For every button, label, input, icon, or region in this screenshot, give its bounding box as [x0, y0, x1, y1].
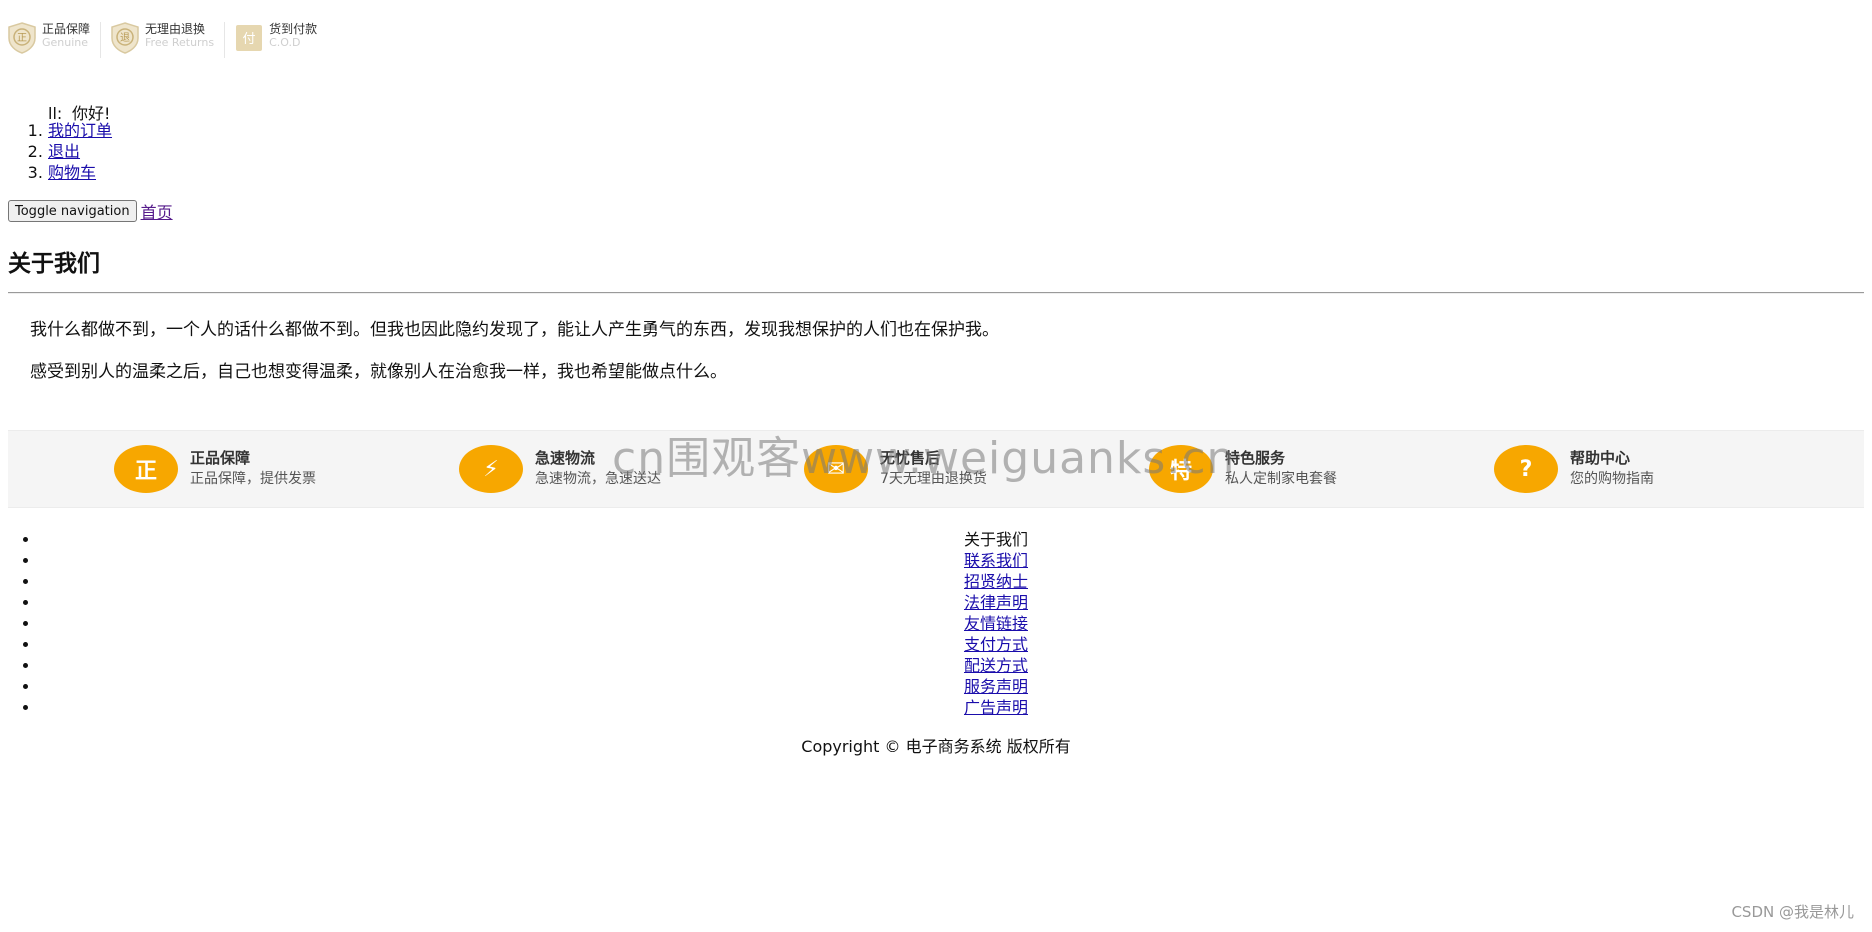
badge-title: 无理由退换 — [145, 22, 206, 36]
footer-delivery-link[interactable]: 配送方式 — [964, 656, 1028, 675]
svg-text:正: 正 — [17, 33, 27, 44]
feature-help-center: ? 帮助中心 您的购物指南 — [1494, 445, 1654, 493]
cart-link[interactable]: 购物车 — [48, 163, 96, 182]
help-icon: ? — [1494, 445, 1558, 493]
badge-cod: 付 货到付款 C.O.D — [235, 22, 327, 58]
footer-link-item: 服务声明 — [40, 676, 1872, 697]
footer-link-item: 联系我们 — [40, 550, 1872, 571]
express-icon: ⚡ — [459, 445, 523, 493]
footer-link-item: 招贤纳士 — [40, 571, 1872, 592]
footer-friends-link[interactable]: 友情链接 — [964, 614, 1028, 633]
home-link[interactable]: 首页 — [141, 199, 173, 223]
navbar: Toggle navigation 首页 — [8, 199, 173, 223]
footer-legal-link[interactable]: 法律声明 — [964, 593, 1028, 612]
footer-link-item: 法律声明 — [40, 592, 1872, 613]
badge-subtitle: Genuine — [42, 36, 89, 49]
feature-title: 特色服务 — [1225, 449, 1286, 467]
watermark: cn围观客www.weiguanks.cn — [612, 433, 1236, 484]
footer-contact-link[interactable]: 联系我们 — [964, 551, 1028, 570]
badge-subtitle: C.O.D — [269, 36, 301, 49]
footer-link-item: 配送方式 — [40, 655, 1872, 676]
footer-link-item: 支付方式 — [40, 634, 1872, 655]
top-badges: 正 正品保障 Genuine 退 无理由退换 Free Returns 付 货到… — [8, 22, 337, 58]
csdn-watermark: CSDN @我是林儿 — [1731, 903, 1854, 921]
footer-about-text: 关于我们 — [963, 530, 1028, 549]
badge-title: 货到付款 — [269, 22, 318, 36]
divider — [8, 292, 1864, 294]
feature-subtitle: 私人定制家电套餐 — [1225, 471, 1337, 487]
cod-icon: 付 — [236, 25, 263, 51]
footer-links: 关于我们 联系我们 招贤纳士 法律声明 友情链接 支付方式 配送方式 服务声明 … — [0, 529, 1872, 718]
footer-careers-link[interactable]: 招贤纳士 — [964, 572, 1028, 591]
user-link-item: 退出 — [48, 141, 112, 162]
svg-text:付: 付 — [243, 32, 256, 47]
about-paragraph: 我什么都做不到，一个人的话什么都做不到。但我也因此隐约发现了，能让人产生勇气的东… — [30, 320, 999, 340]
page-title: 关于我们 — [8, 251, 100, 277]
user-links: 我的订单 退出 购物车 — [0, 120, 112, 183]
footer-link-item: 关于我们 — [40, 529, 1872, 550]
feature-title: 帮助中心 — [1570, 449, 1631, 467]
footer-service-link[interactable]: 服务声明 — [964, 677, 1028, 696]
return-shield-icon: 退 — [111, 22, 139, 54]
feature-subtitle: 正品保障，提供发票 — [190, 471, 316, 487]
about-paragraph: 感受到别人的温柔之后，自己也想变得温柔，就像别人在治愈我一样，我也希望能做点什么… — [30, 362, 727, 382]
copyright: Copyright © 电子商务系统 版权所有 — [801, 737, 1071, 756]
genuine-shield-icon: 正 — [8, 22, 36, 54]
user-link-item: 购物车 — [48, 162, 112, 183]
footer-payment-link[interactable]: 支付方式 — [964, 635, 1028, 654]
footer-link-item: 广告声明 — [40, 697, 1872, 718]
badge-subtitle: Free Returns — [145, 36, 215, 49]
logout-link[interactable]: 退出 — [48, 142, 80, 161]
user-link-item: 我的订单 — [48, 120, 112, 141]
badge-free-returns: 退 无理由退换 Free Returns — [111, 22, 226, 58]
feature-title: 正品保障 — [190, 449, 251, 467]
footer-ads-link[interactable]: 广告声明 — [964, 698, 1028, 717]
footer-link-item: 友情链接 — [40, 613, 1872, 634]
feature-genuine: 正 正品保障 正品保障，提供发票 — [114, 445, 316, 493]
feature-subtitle: 您的购物指南 — [1570, 471, 1654, 487]
toggle-navigation-button[interactable]: Toggle navigation — [8, 200, 137, 222]
badge-genuine: 正 正品保障 Genuine — [8, 22, 102, 58]
svg-text:退: 退 — [120, 32, 130, 44]
badge-title: 正品保障 — [42, 22, 91, 36]
genuine-icon: 正 — [114, 445, 178, 493]
my-orders-link[interactable]: 我的订单 — [48, 121, 112, 140]
